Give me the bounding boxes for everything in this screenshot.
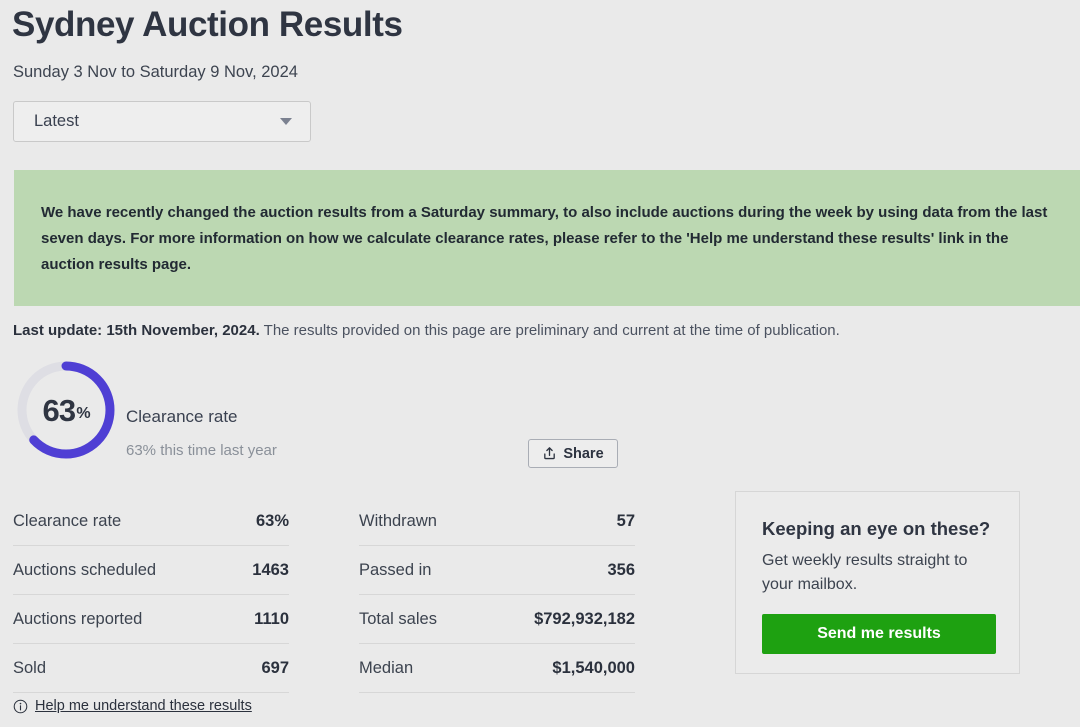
last-update-rest: The results provided on this page are pr… <box>259 322 840 339</box>
share-button-label: Share <box>563 445 604 462</box>
stat-value: $1,540,000 <box>552 658 635 677</box>
share-button[interactable]: Share <box>528 439 618 468</box>
table-row: Withdrawn 57 <box>359 497 635 546</box>
donut-unit: % <box>76 405 91 422</box>
notice-text: We have recently changed the auction res… <box>41 204 1048 273</box>
info-icon <box>13 699 28 713</box>
clearance-summary-text: Clearance rate 63% this time last year <box>126 406 277 461</box>
stat-label: Passed in <box>359 560 432 579</box>
stat-value: 356 <box>607 560 635 579</box>
stats-column-right: Withdrawn 57 Passed in 356 Total sales $… <box>359 497 635 693</box>
stats-column-left: Clearance rate 63% Auctions scheduled 14… <box>13 497 289 693</box>
newsletter-title: Keeping an eye on these? <box>762 518 991 539</box>
stat-label: Auctions reported <box>13 609 143 628</box>
help-understand-results-link[interactable]: Help me understand these results <box>13 698 252 714</box>
table-row: Auctions scheduled 1463 <box>13 546 289 595</box>
donut-value: 63 <box>42 392 76 428</box>
table-row: Clearance rate 63% <box>13 497 289 546</box>
chevron-down-icon <box>280 118 292 125</box>
stat-label: Median <box>359 658 414 677</box>
stat-label: Clearance rate <box>13 511 122 530</box>
date-range: Sunday 3 Nov to Saturday 9 Nov, 2024 <box>13 63 298 81</box>
table-row: Total sales $792,932,182 <box>359 595 635 644</box>
stat-value: 697 <box>261 658 289 677</box>
notice-banner: We have recently changed the auction res… <box>14 170 1080 306</box>
stat-value: 1463 <box>252 560 289 579</box>
page-title: Sydney Auction Results <box>12 5 403 44</box>
last-update: Last update: 15th November, 2024. The re… <box>13 321 840 341</box>
stat-value: $792,932,182 <box>534 609 635 628</box>
newsletter-card: Keeping an eye on these? Get weekly resu… <box>735 491 1020 674</box>
clearance-rate-label: Clearance rate <box>126 407 238 426</box>
clearance-rate-comparison: 63% this time last year <box>126 442 277 459</box>
last-update-strong: Last update: 15th November, 2024. <box>13 322 260 339</box>
stat-value: 1110 <box>254 609 289 628</box>
newsletter-subtitle: Get weekly results straight to your mail… <box>762 552 968 593</box>
table-row: Auctions reported 1110 <box>13 595 289 644</box>
donut-center-label: 63% <box>14 358 118 462</box>
stat-label: Auctions scheduled <box>13 560 157 579</box>
stat-value: 57 <box>616 511 635 530</box>
table-row: Median $1,540,000 <box>359 644 635 693</box>
stat-label: Total sales <box>359 609 437 628</box>
auction-results-page: Sydney Auction Results Sunday 3 Nov to S… <box>0 0 1080 727</box>
share-upload-icon <box>544 447 556 460</box>
clearance-donut-chart: 63% <box>14 358 118 462</box>
period-select[interactable]: Latest <box>13 101 311 142</box>
table-row: Sold 697 <box>13 644 289 693</box>
send-me-results-button[interactable]: Send me results <box>762 614 996 654</box>
table-row: Passed in 356 <box>359 546 635 595</box>
period-select-value: Latest <box>34 112 79 130</box>
stat-label: Withdrawn <box>359 511 437 530</box>
stat-value: 63% <box>255 511 289 530</box>
stat-label: Sold <box>13 658 47 677</box>
help-link-label: Help me understand these results <box>35 698 252 714</box>
